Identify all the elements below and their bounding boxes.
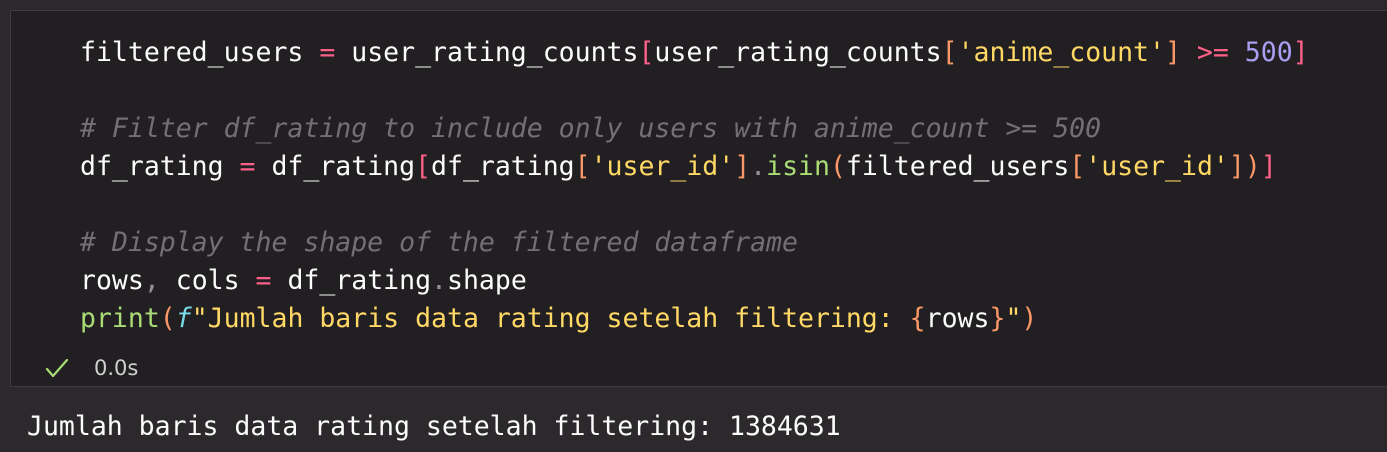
code-token: user_rating_counts xyxy=(654,37,942,68)
code-token: print xyxy=(80,303,160,334)
code-token: 'anime_count' xyxy=(957,37,1165,68)
code-token: df_rating xyxy=(271,151,416,182)
execution-time: 0.0s xyxy=(94,356,139,380)
code-token: ] xyxy=(1260,151,1277,182)
code-token: >= xyxy=(1180,37,1245,68)
code-token: filtered_users xyxy=(80,37,304,68)
code-line-8: print(f"Jumlah baris data rating setelah… xyxy=(80,300,1037,338)
code-line-4: df_rating = df_rating[df_rating['user_id… xyxy=(80,148,1277,186)
code-token: df_rating xyxy=(431,151,575,182)
code-line-3: # Filter df_rating to include only users… xyxy=(80,113,1102,144)
code-token: . xyxy=(431,265,448,296)
code-token: ] xyxy=(1292,37,1309,68)
code-token: isin xyxy=(766,151,830,182)
code-token: "Jumlah baris data rating setelah filter… xyxy=(191,303,910,334)
code-token: user_rating_counts xyxy=(351,37,639,68)
code-token: f xyxy=(175,303,192,334)
cell-output: Jumlah baris data rating setelah filteri… xyxy=(27,411,841,442)
code-token: cols xyxy=(175,265,240,296)
code-token: [ xyxy=(941,37,958,68)
check-icon xyxy=(44,355,70,381)
code-line-1: filtered_users = user_rating_counts[user… xyxy=(80,34,1309,72)
code-token: ] xyxy=(1228,151,1245,182)
code-token: " xyxy=(1005,303,1022,334)
code-token: } xyxy=(989,303,1006,334)
code-token: ( xyxy=(829,151,846,182)
code-line-7: rows, cols = df_rating.shape xyxy=(80,262,527,300)
code-token: = xyxy=(239,265,288,296)
notebook-page: filtered_users = user_rating_counts[user… xyxy=(0,0,1387,452)
code-token: [ xyxy=(638,37,655,68)
code-token: . xyxy=(750,151,767,182)
code-token: df_rating xyxy=(80,151,224,182)
execution-status: 0.0s xyxy=(44,353,138,383)
code-token: df_rating xyxy=(287,265,432,296)
code-token: ( xyxy=(159,303,176,334)
code-token: [ xyxy=(574,151,591,182)
code-token: rows xyxy=(925,303,990,334)
code-token: ) xyxy=(1244,151,1261,182)
code-token: { xyxy=(909,303,926,334)
code-token: shape xyxy=(447,265,527,296)
code-token: 'user_id' xyxy=(590,151,735,182)
code-token: ) xyxy=(1021,303,1038,334)
code-cell[interactable]: filtered_users = user_rating_counts[user… xyxy=(10,10,1387,387)
code-token: = xyxy=(303,37,352,68)
code-token: 500 xyxy=(1244,37,1293,68)
code-token: , xyxy=(143,265,176,296)
code-token: filtered_users xyxy=(845,151,1070,182)
code-token: ] xyxy=(1164,37,1181,68)
code-token: [ xyxy=(1069,151,1086,182)
code-token: = xyxy=(223,151,272,182)
code-token: 'user_id' xyxy=(1085,151,1229,182)
code-token: ] xyxy=(734,151,751,182)
code-token: rows xyxy=(80,265,144,296)
code-token: [ xyxy=(415,151,432,182)
code-line-6: # Display the shape of the filtered data… xyxy=(80,227,798,258)
